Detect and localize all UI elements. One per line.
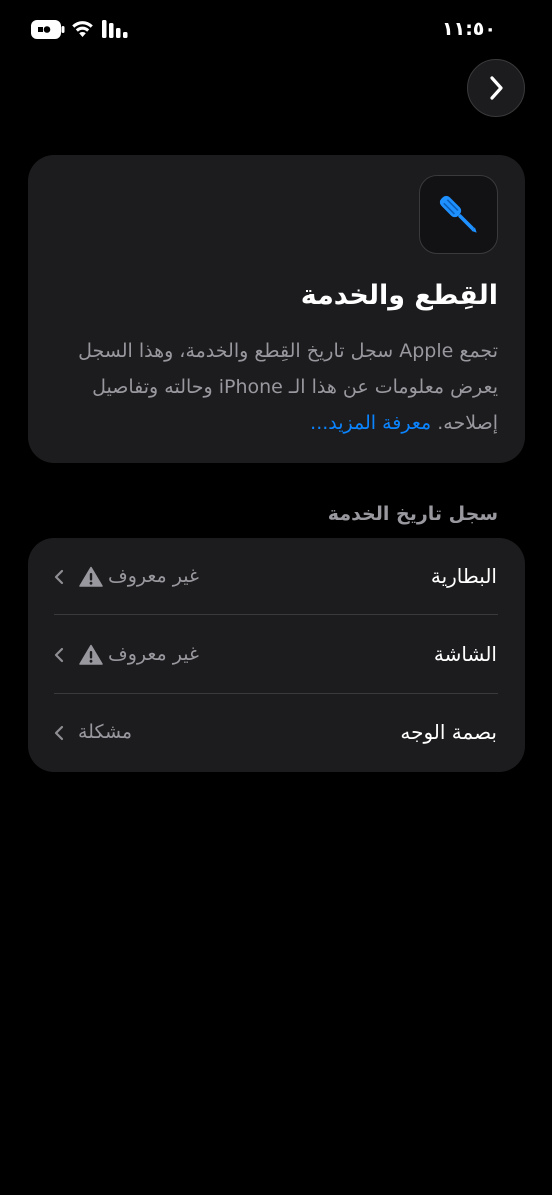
learn-more-link[interactable]: معرفة المزيد... (310, 412, 431, 434)
row-label: بصمة الوجه (400, 720, 497, 744)
list-divider (54, 614, 498, 615)
card-description-text: تجمع Apple سجل تاريخ القِطع والخدمة، وهذ… (78, 340, 498, 434)
back-button[interactable] (467, 59, 525, 117)
row-value: مشكلة (78, 721, 133, 743)
chevron-left-icon (54, 569, 64, 585)
battery-icon (31, 20, 65, 39)
card-title: القِطع والخدمة (300, 280, 498, 311)
row-label: الشاشة (433, 642, 497, 666)
screwdriver-app-icon (419, 175, 498, 254)
warning-icon (79, 566, 103, 587)
section-header: سجل تاريخ الخدمة (327, 503, 498, 525)
row-value: غير معروف (108, 643, 199, 665)
chevron-left-icon (54, 725, 64, 741)
row-value: غير معروف (108, 565, 199, 587)
wifi-icon (72, 21, 93, 37)
row-label: البطارية (430, 564, 497, 588)
list-row-display[interactable]: الشاشة غير معروف (28, 616, 525, 694)
cellular-signal-icon (102, 20, 128, 38)
list-row-face-id[interactable]: بصمة الوجه مشكلة (28, 694, 525, 772)
chevron-right-icon (490, 76, 503, 100)
list-row-battery[interactable]: البطارية غير معروف (28, 538, 525, 616)
warning-icon (79, 644, 103, 665)
chevron-left-icon (54, 647, 64, 663)
screwdriver-icon (439, 195, 477, 233)
card-description: تجمع Apple سجل تاريخ القِطع والخدمة، وهذ… (53, 333, 498, 441)
status-bar: ١١:٥٠ (0, 0, 552, 60)
status-time: ١١:٥٠ (442, 18, 496, 40)
